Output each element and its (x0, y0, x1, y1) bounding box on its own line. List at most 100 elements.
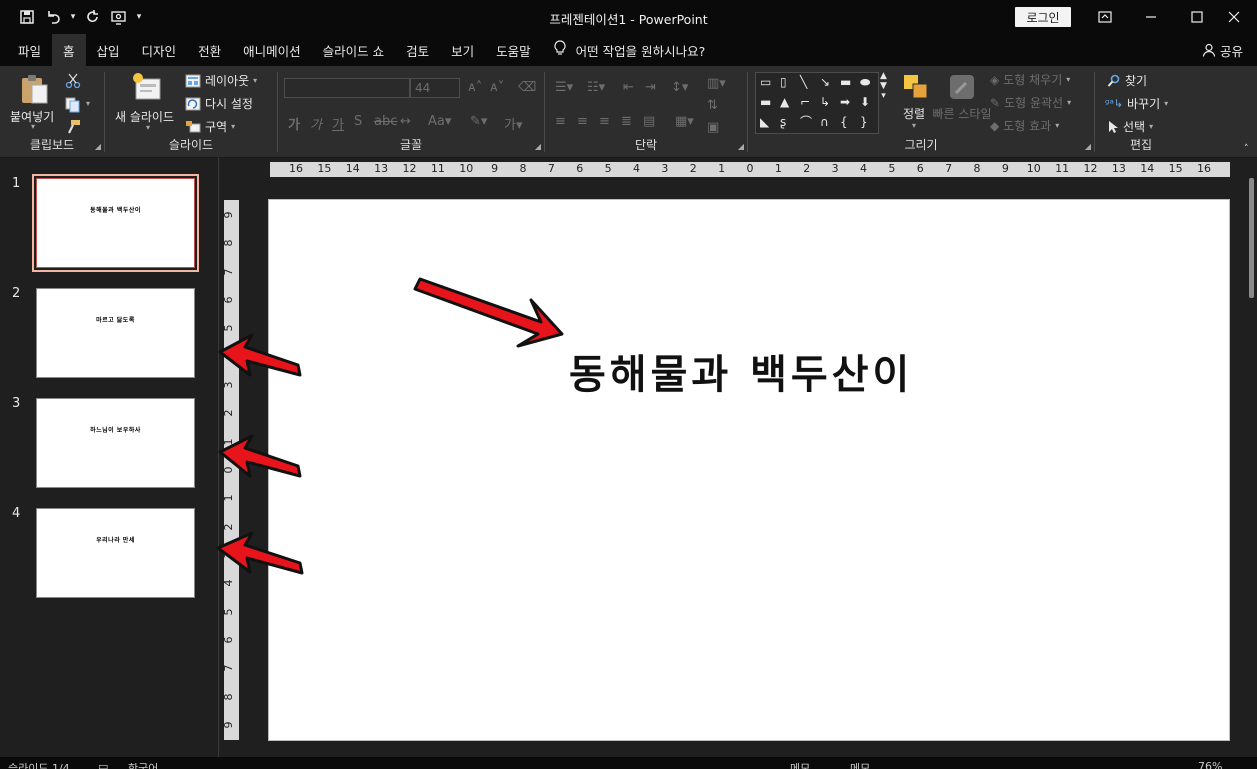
rounded-rectangle-shape-icon[interactable]: ▬ (760, 96, 771, 108)
oval-shape-icon[interactable]: ⬬ (860, 76, 870, 88)
clear-formatting-icon[interactable]: ⌫ (518, 80, 536, 95)
rectangle-shape-icon[interactable]: ▬ (840, 76, 851, 88)
tell-me-search[interactable]: 어떤 작업을 원하시나요? (554, 40, 705, 60)
tab-review[interactable]: 검토 (395, 34, 440, 66)
slide-thumbnail-4[interactable]: 우리나라 만세 (36, 508, 195, 598)
gallery-up-icon[interactable]: ▲ (880, 71, 887, 81)
new-slide-icon[interactable] (129, 70, 165, 104)
down-arrow-shape-icon[interactable]: ⬇ (860, 96, 870, 108)
numbering-icon[interactable]: ☷▾ (587, 80, 605, 95)
replace-button[interactable]: ᵍᵃ↳ 바꾸기 ▾ (1105, 95, 1168, 112)
shadow-icon[interactable]: S (354, 114, 362, 129)
tab-design[interactable]: 디자인 (131, 34, 188, 66)
drawing-launcher-icon[interactable]: ◢ (1085, 142, 1091, 151)
new-slide-dropdown-icon[interactable]: ▾ (146, 123, 150, 132)
italic-icon[interactable]: 가 (310, 114, 322, 133)
tab-insert[interactable]: 삽입 (86, 34, 131, 66)
font-name-field[interactable] (284, 78, 410, 98)
zoom-level[interactable]: 76% (1198, 760, 1222, 769)
horizontal-ruler[interactable]: 16 15 14 13 12 11 10 9 8 7 6 5 4 3 2 1 0 1 2 3 4 5 6 7 8 9 10 11 12 1… (270, 162, 1230, 177)
align-text-icon[interactable]: ▣ (707, 120, 719, 135)
textbox-shape-icon[interactable]: ▭ (760, 76, 771, 88)
line-spacing-icon[interactable]: ↕▾ (671, 80, 688, 95)
vertical-textbox-shape-icon[interactable]: ▯ (780, 76, 787, 88)
scrollbar-thumb[interactable] (1249, 178, 1254, 298)
quick-styles-button[interactable]: 빠른 스타일 (933, 107, 992, 121)
tab-animations[interactable]: 애니메이션 (232, 34, 312, 66)
cut-icon[interactable] (64, 72, 82, 90)
close-icon[interactable] (1211, 0, 1257, 34)
ribbon-display-options-icon[interactable] (1082, 0, 1128, 34)
underline-icon[interactable]: 가 (332, 114, 344, 133)
vertical-ruler[interactable]: 9 8 7 6 5 4 3 2 1 0 1 2 3 4 5 6 7 8 9 (222, 200, 239, 740)
section-button[interactable]: 구역 ▾ (185, 118, 235, 135)
notes-button[interactable]: 메모 (790, 760, 810, 769)
elbow-connector-shape-icon[interactable]: ⌐ (800, 96, 810, 108)
arrange-icon[interactable] (900, 72, 932, 102)
reset-button[interactable]: 다시 설정 (185, 95, 253, 112)
clipboard-launcher-icon[interactable]: ◢ (95, 142, 101, 151)
distributed-icon[interactable]: ▤ (643, 114, 655, 129)
slide-thumbnail-1[interactable]: 동해물과 백두산이 (32, 174, 199, 272)
arc-shape-icon[interactable]: ⌒ (800, 116, 812, 128)
shapes-gallery-scroll[interactable]: ▲ ▼ ▾ (880, 71, 887, 101)
flowchart-shape-icon[interactable]: ◣ (760, 116, 769, 128)
right-brace-shape-icon[interactable]: } (860, 116, 868, 128)
elbow-arrow-shape-icon[interactable]: ↳ (820, 96, 830, 108)
pane-divider[interactable] (218, 158, 219, 757)
find-button[interactable]: 찾기 (1107, 72, 1147, 89)
vertical-scrollbar[interactable] (1245, 158, 1257, 757)
left-brace-shape-icon[interactable]: { (840, 116, 848, 128)
quick-styles-icon[interactable] (946, 72, 978, 102)
align-right-icon[interactable]: ≡ (599, 114, 610, 129)
paste-dropdown-icon[interactable]: ▾ (31, 122, 35, 131)
slide-thumbnail-3[interactable]: 하느님이 보우하사 (36, 398, 195, 488)
customize-icon[interactable]: ▾ (132, 5, 146, 29)
font-color-icon[interactable]: 가▾ (504, 114, 523, 133)
save-icon[interactable] (14, 5, 40, 29)
collapse-ribbon-icon[interactable]: ˄ (1244, 144, 1249, 154)
tab-home[interactable]: 홈 (52, 34, 86, 66)
freeform-shape-icon[interactable]: ʂ (780, 116, 786, 128)
gallery-down-icon[interactable]: ▼ (880, 81, 887, 91)
gallery-more-icon[interactable]: ▾ (881, 91, 886, 101)
share-button[interactable]: 공유 (1202, 34, 1243, 66)
align-left-icon[interactable]: ≡ (555, 114, 566, 129)
select-button[interactable]: 선택 ▾ (1107, 118, 1153, 135)
columns-icon[interactable]: ▥▾ (707, 76, 726, 91)
curve-shape-icon[interactable]: ∩ (820, 116, 829, 128)
undo-icon[interactable] (40, 5, 66, 29)
comments-button[interactable]: 메모 (850, 760, 870, 769)
font-size-field[interactable]: 44 (410, 78, 460, 98)
tab-help[interactable]: 도움말 (485, 34, 542, 66)
decrease-font-icon[interactable]: ᴀ˅ (490, 80, 504, 95)
slide-canvas[interactable]: 동해물과 백두산이 (268, 199, 1230, 741)
change-case-icon[interactable]: Aa▾ (428, 114, 451, 129)
align-center-icon[interactable]: ≡ (577, 114, 588, 129)
font-launcher-icon[interactable]: ◢ (535, 142, 541, 151)
text-direction-icon[interactable]: ⇅ (707, 98, 718, 113)
arrow-line-shape-icon[interactable]: ↘ (820, 76, 830, 88)
proofing-icon[interactable]: ▭ (98, 760, 108, 769)
copy-dropdown-icon[interactable]: ▾ (86, 99, 90, 108)
login-button[interactable]: 로그인 (1015, 7, 1071, 27)
minimize-icon[interactable] (1128, 0, 1174, 34)
slide-title-text[interactable]: 동해물과 백두산이 (569, 342, 913, 400)
slide-thumbnail-2[interactable]: 마르고 닳도록 (36, 288, 195, 378)
character-spacing-icon[interactable]: ↔ (400, 114, 411, 129)
strikethrough-icon[interactable]: abc (374, 114, 397, 129)
bullets-icon[interactable]: ☰▾ (555, 80, 573, 95)
layout-button[interactable]: 레이아웃 ▾ (185, 72, 257, 89)
tab-transitions[interactable]: 전환 (187, 34, 232, 66)
decrease-indent-icon[interactable]: ⇤ (623, 80, 634, 95)
tab-file[interactable]: 파일 (7, 34, 52, 66)
text-columns-icon[interactable]: ▦▾ (675, 114, 694, 129)
new-slide-button[interactable]: 새 슬라이드 (115, 108, 174, 125)
arrange-dropdown-icon[interactable]: ▾ (912, 121, 916, 130)
language-indicator[interactable]: 한국어 (128, 760, 158, 769)
tab-view[interactable]: 보기 (440, 34, 485, 66)
presenter-icon[interactable] (106, 5, 132, 29)
bold-icon[interactable]: 가 (288, 114, 300, 133)
justify-icon[interactable]: ≣ (621, 114, 632, 129)
paste-icon[interactable] (18, 72, 50, 106)
